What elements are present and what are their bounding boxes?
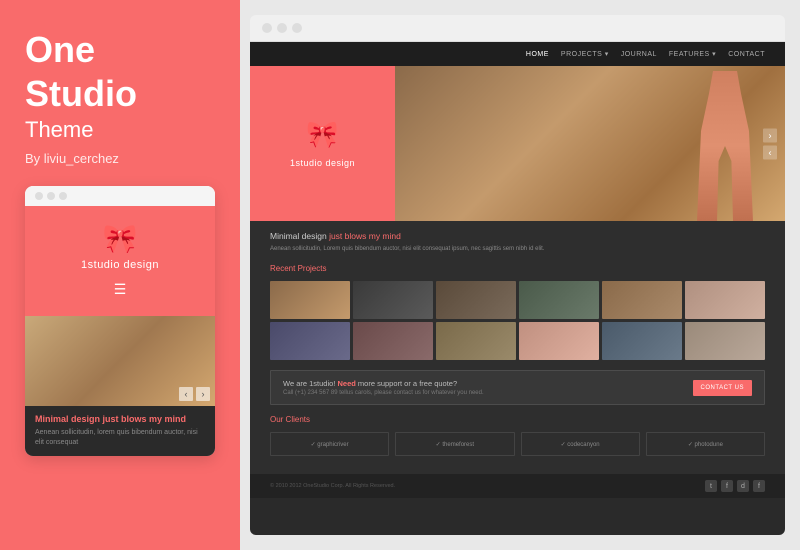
nav-home[interactable]: HOME [526, 51, 549, 58]
clients-title: Our Clients [270, 415, 765, 424]
theme-author: By liviu_cerchez [25, 151, 215, 166]
site-footer: © 2010 2012 OneStudio Corp. All Rights R… [250, 474, 785, 498]
clients-grid: ✓ graphicriver ✓ themeforest ✓ codecanyo… [270, 432, 765, 456]
browser-dot-1 [262, 23, 272, 33]
client-label-1: ✓ graphicriver [311, 441, 349, 448]
client-photodune: ✓ photodune [646, 432, 765, 456]
hero-logo-text: 1studio design [290, 158, 355, 168]
hero-image-panel: › ‹ [395, 66, 785, 221]
hero-prev-arrow[interactable]: › [763, 128, 777, 142]
mobile-browser-bar [25, 186, 215, 206]
theme-name-line1: One [25, 30, 215, 70]
theme-title-block: One Studio Theme By liviu_cerchez [25, 30, 215, 186]
hero-logo-panel: 🎀 1studio design [250, 66, 395, 221]
clients-section: Our Clients ✓ graphicriver ✓ themeforest… [270, 415, 765, 456]
project-thumb-4[interactable] [519, 281, 599, 319]
cta-contact-button[interactable]: CONTACT US [693, 380, 752, 396]
theme-name-line2: Studio [25, 74, 215, 114]
browser-dot-3 [292, 23, 302, 33]
tagline-normal: Minimal design [270, 231, 329, 241]
footer-social-links: t f d f [705, 480, 765, 492]
cta-text-1: We are 1studio! [283, 379, 337, 388]
theme-subtitle: Theme [25, 117, 215, 143]
mobile-prev-arrow[interactable]: ‹ [179, 387, 193, 401]
site-tagline: Minimal design just blows my mind [270, 231, 765, 241]
site-main-content: Minimal design just blows my mind Aenean… [250, 221, 785, 474]
mobile-dot-1 [35, 192, 43, 200]
site-navigation: HOME PROJECTS ▾ JOURNAL FEATURES ▾ CONTA… [250, 42, 785, 66]
mobile-hero-section: 🎀 1studio design ☰ [25, 206, 215, 316]
project-thumb-1[interactable] [270, 281, 350, 319]
client-label-3: ✓ codecanyon [561, 441, 600, 448]
project-thumb-5[interactable] [602, 281, 682, 319]
hero-next-arrow[interactable]: ‹ [763, 145, 777, 159]
mobile-slider-arrows: ‹ › [179, 387, 210, 401]
social-twitter[interactable]: t [705, 480, 717, 492]
mobile-menu-icon: ☰ [114, 281, 127, 298]
mobile-mockup: 🎀 1studio design ☰ ‹ › Minimal design ju… [25, 186, 215, 456]
social-facebook[interactable]: f [721, 480, 733, 492]
left-panel: One Studio Theme By liviu_cerchez 🎀 1stu… [0, 0, 240, 550]
mobile-body-text: Aenean sollicitudin, lorem quis bibendum… [35, 428, 205, 448]
browser-chrome [250, 15, 785, 42]
project-thumb-2[interactable] [353, 281, 433, 319]
project-thumb-7[interactable] [270, 322, 350, 360]
project-thumb-11[interactable] [602, 322, 682, 360]
client-graphicriver: ✓ graphicriver [270, 432, 389, 456]
mobile-image-section: ‹ › [25, 316, 215, 406]
mobile-logo-text: 1studio design [81, 259, 159, 271]
cta-headline: We are 1studio! Need more support or a f… [283, 379, 484, 388]
browser-dot-2 [277, 23, 287, 33]
client-themeforest: ✓ themeforest [395, 432, 514, 456]
mobile-content-section: Minimal design just blows my mind Aenean… [25, 406, 215, 456]
mobile-headline: Minimal design just blows my mind [35, 414, 205, 424]
footer-copyright: © 2010 2012 OneStudio Corp. All Rights R… [270, 483, 395, 489]
mobile-dot-2 [47, 192, 55, 200]
cta-banner: We are 1studio! Need more support or a f… [270, 370, 765, 405]
hero-slider-arrows: › ‹ [763, 128, 777, 159]
client-label-2: ✓ themeforest [436, 441, 474, 448]
nav-features[interactable]: FEATURES ▾ [669, 50, 716, 58]
recent-projects-title: Recent Projects [270, 264, 765, 273]
cta-text-block: We are 1studio! Need more support or a f… [283, 379, 484, 396]
mobile-next-arrow[interactable]: › [196, 387, 210, 401]
project-thumb-10[interactable] [519, 322, 599, 360]
projects-grid [270, 281, 765, 360]
client-codecanyon: ✓ codecanyon [521, 432, 640, 456]
mobile-bowtie-icon: 🎀 [103, 225, 138, 253]
mobile-dot-3 [59, 192, 67, 200]
site-description: Aenean sollicitudin, Lorem quis bibendum… [270, 245, 765, 254]
hero-model-image [685, 71, 765, 221]
project-thumb-9[interactable] [436, 322, 516, 360]
browser-content: HOME PROJECTS ▾ JOURNAL FEATURES ▾ CONTA… [250, 42, 785, 535]
project-thumb-3[interactable] [436, 281, 516, 319]
project-thumb-12[interactable] [685, 322, 765, 360]
site-hero: 🎀 1studio design › ‹ [250, 66, 785, 221]
tagline-highlight: just blows my mind [329, 231, 401, 241]
cta-text-2: Need [337, 379, 355, 388]
project-thumb-8[interactable] [353, 322, 433, 360]
hero-bowtie-icon: 🎀 [306, 119, 338, 150]
nav-contact[interactable]: CONTACT [728, 51, 765, 58]
social-flickr[interactable]: f [753, 480, 765, 492]
nav-journal[interactable]: JOURNAL [621, 51, 657, 58]
project-thumb-6[interactable] [685, 281, 765, 319]
nav-projects[interactable]: PROJECTS ▾ [561, 50, 609, 58]
client-label-4: ✓ photodune [688, 441, 723, 448]
social-dribbble[interactable]: d [737, 480, 749, 492]
desktop-mockup-wrapper: HOME PROJECTS ▾ JOURNAL FEATURES ▾ CONTA… [240, 0, 800, 550]
cta-text-3: more support or a free quote? [356, 379, 457, 388]
cta-subtext: Call (+1) 234 567 89 tellus carols, plea… [283, 390, 484, 396]
